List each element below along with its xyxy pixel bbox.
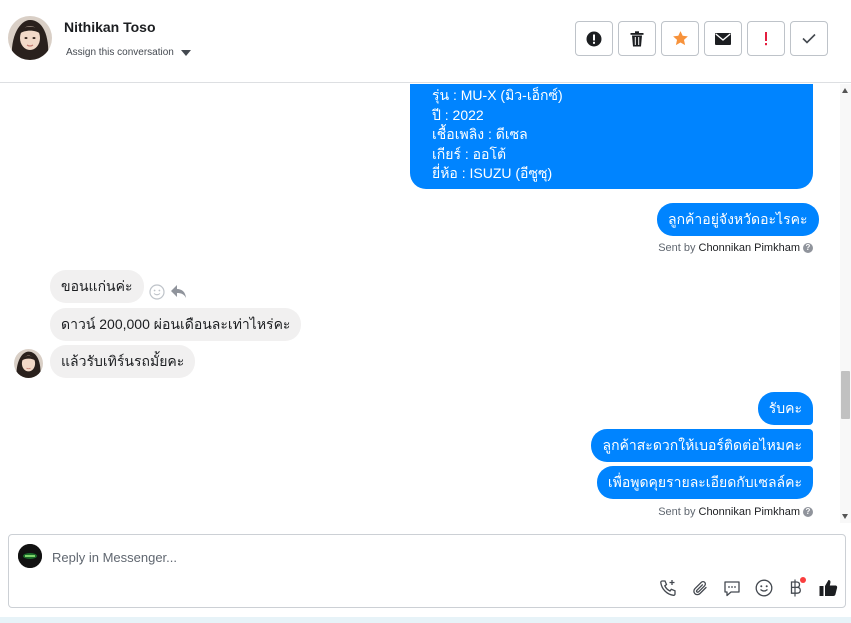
mark-unread-button[interactable] — [704, 21, 742, 56]
phone-add-icon — [660, 580, 676, 596]
thumbs-up-icon — [819, 580, 837, 596]
check-icon — [802, 33, 816, 44]
star-button[interactable] — [661, 21, 699, 56]
help-icon[interactable]: ? — [803, 507, 813, 517]
help-icon[interactable]: ? — [803, 243, 813, 253]
payment-button[interactable] — [780, 575, 812, 601]
reply-input[interactable] — [52, 547, 652, 567]
sent-by-label: Sent by Chonnikan Pimkham ? — [658, 242, 813, 254]
composer-tools — [652, 575, 844, 601]
sender-name[interactable]: Chonnikan Pimkham — [699, 506, 801, 518]
page-avatar — [18, 544, 42, 568]
messenger-conversation-view: Nithikan Toso Assign this conversation ร… — [0, 0, 851, 623]
caret-down-icon — [180, 49, 191, 56]
react-emoji-icon[interactable] — [149, 284, 165, 300]
outgoing-message-car-details[interactable]: รุ่น : MU-X (มิว-เอ็กซ์) ปี : 2022 เชื้อ… — [410, 84, 813, 189]
car-fuel-line: เชื้อเพลิง : ดีเซล — [432, 126, 528, 142]
conversation-header: Nithikan Toso Assign this conversation — [0, 0, 851, 83]
contact-avatar-small — [14, 349, 43, 378]
message-thread: รุ่น : MU-X (มิว-เอ็กซ์) ปี : 2022 เชื้อ… — [0, 84, 840, 523]
conversation-actions — [575, 21, 828, 56]
notification-dot — [800, 577, 806, 583]
incoming-message[interactable]: ขอนแก่นค่ะ — [50, 270, 144, 303]
bottom-status-strip — [0, 617, 851, 623]
emoji-icon — [755, 579, 773, 597]
paperclip-icon — [692, 580, 707, 595]
scrollbar-thumb[interactable] — [841, 371, 850, 419]
scroll-up-arrow-icon[interactable] — [842, 88, 848, 93]
car-model-line: รุ่น : MU-X (มิว-เอ็กซ์) — [432, 87, 563, 103]
delete-button[interactable] — [618, 21, 656, 56]
assign-label: Assign this conversation — [66, 47, 174, 58]
outgoing-message[interactable]: เพื่อพูดคุยรายละเอียดกับเซลล์คะ — [596, 466, 813, 499]
mark-spam-button[interactable] — [747, 21, 785, 56]
mark-done-button[interactable] — [790, 21, 828, 56]
car-brand-line: ยี่ห้อ : ISUZU (อีซูซุ) — [432, 165, 553, 181]
car-year-line: ปี : 2022 — [432, 106, 484, 123]
contact-avatar[interactable] — [8, 16, 52, 60]
assign-conversation-dropdown[interactable]: Assign this conversation — [66, 47, 191, 58]
scroll-down-arrow-icon[interactable] — [842, 514, 848, 519]
like-button[interactable] — [812, 575, 844, 601]
info-button[interactable] — [575, 21, 613, 56]
reply-composer — [8, 534, 846, 608]
exclamation-circle-icon — [586, 31, 602, 46]
saved-replies-button[interactable] — [716, 575, 748, 601]
sent-by-label: Sent by Chonnikan Pimkham ? — [658, 506, 813, 518]
outgoing-message[interactable]: ลูกค้าอยู่จังหวัดอะไรคะ — [657, 203, 819, 236]
reply-arrow-icon[interactable] — [170, 284, 187, 299]
sender-name[interactable]: Chonnikan Pimkham — [699, 242, 801, 254]
contact-name[interactable]: Nithikan Toso — [64, 19, 156, 35]
star-icon — [672, 31, 688, 46]
outgoing-message[interactable]: ลูกค้าสะดวกให้เบอร์ติดต่อไหมคะ — [591, 429, 813, 462]
emoji-button[interactable] — [748, 575, 780, 601]
car-gear-line: เกียร์ : ออโต้ — [432, 145, 507, 162]
trash-icon — [630, 30, 644, 46]
thread-scrollbar[interactable] — [840, 84, 851, 523]
envelope-icon — [715, 32, 731, 45]
incoming-message[interactable]: แล้วรับเทิร์นรถมั้ยคะ — [50, 345, 196, 378]
saved-reply-icon — [724, 580, 740, 596]
outgoing-message[interactable]: รับคะ — [757, 392, 813, 425]
call-button[interactable] — [652, 575, 684, 601]
incoming-message[interactable]: ดาวน์ 200,000 ผ่อนเดือนละเท่าไหร่คะ — [50, 308, 302, 341]
exclamation-icon — [765, 31, 767, 45]
attach-button[interactable] — [684, 575, 716, 601]
